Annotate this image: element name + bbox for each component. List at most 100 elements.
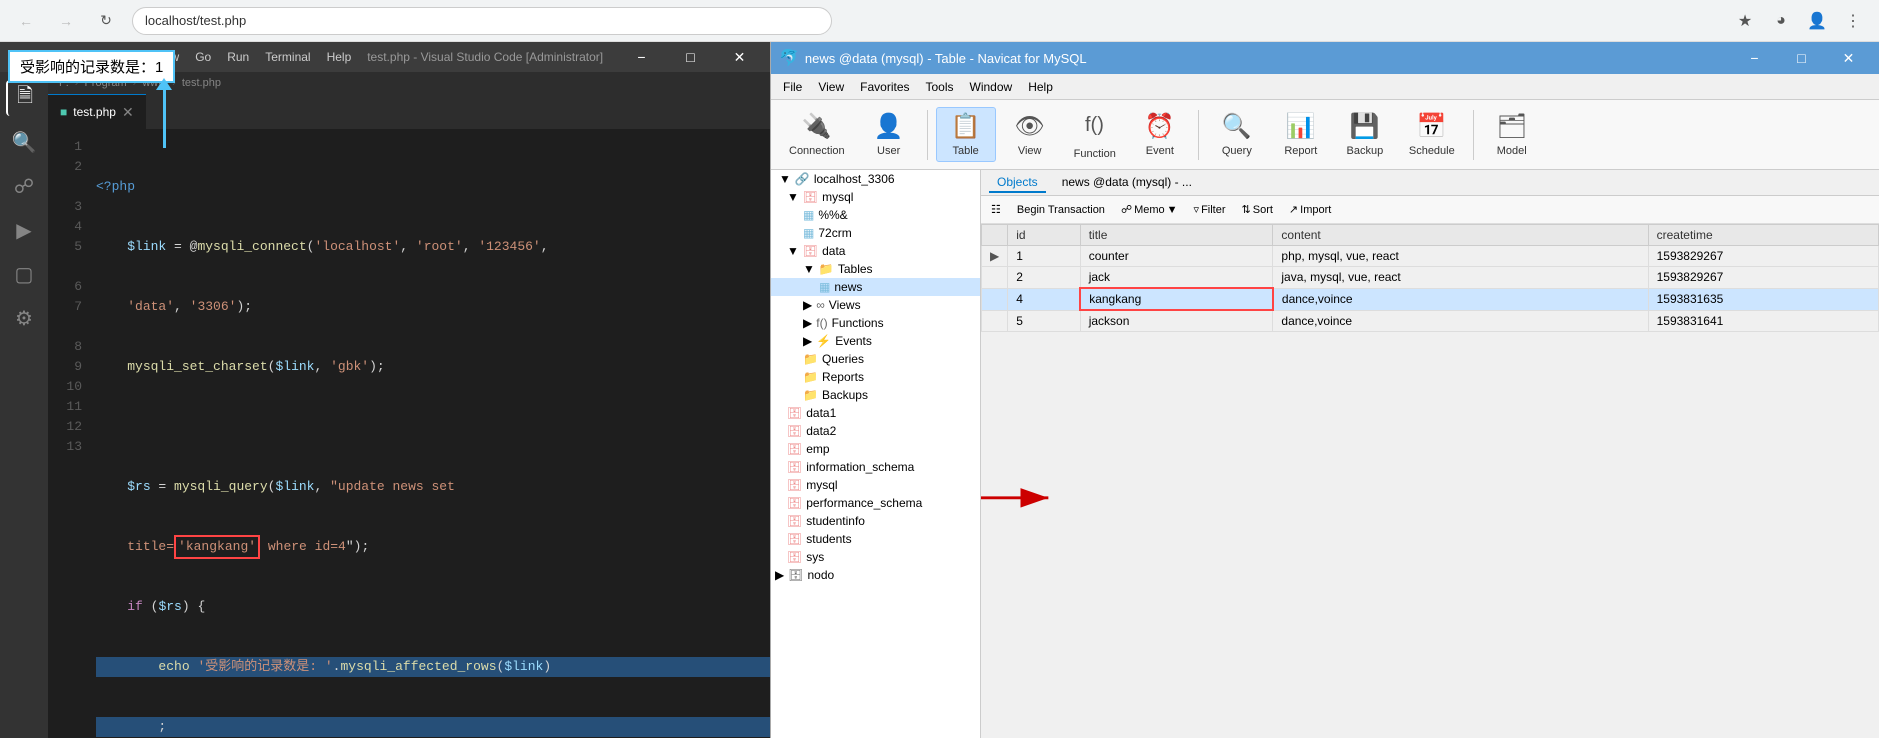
toolbar-model-btn[interactable]: 🗂 Model <box>1482 108 1542 161</box>
table-row-selected[interactable]: 4 kangkang dance,voince 1593831635 <box>982 288 1879 310</box>
toolbar-connection-btn[interactable]: 🔌 Connection <box>779 108 855 161</box>
table-row[interactable]: 5 jackson dance,voince 1593831641 <box>982 310 1879 332</box>
toolbar-view-btn[interactable]: 👁 View <box>1000 108 1060 161</box>
maximize-button[interactable]: □ <box>668 42 713 73</box>
begin-transaction-btn[interactable]: Begin Transaction <box>1011 202 1111 218</box>
objects-tab[interactable]: Objects <box>989 173 1046 193</box>
tree-item-data1[interactable]: 🗄 data1 <box>771 404 980 422</box>
row-indicator-5 <box>982 310 1008 332</box>
tree-item-mysql2[interactable]: 🗄 mysql <box>771 476 980 494</box>
tree-item-data2[interactable]: 🗄 data2 <box>771 422 980 440</box>
bookmark-icon[interactable]: ★ <box>1731 7 1759 35</box>
memo-btn[interactable]: ☍ Memo ▼ <box>1115 201 1184 218</box>
back-button[interactable]: ← <box>12 7 40 35</box>
tree-item-information-schema[interactable]: 🗄 information_schema <box>771 458 980 476</box>
tree-item-tables[interactable]: ▼ 📁 Tables <box>771 260 980 278</box>
vscode-terminal-menu[interactable]: Terminal <box>265 50 310 64</box>
data-table[interactable]: id title content createtime ▶ 1 counter <box>981 224 1879 738</box>
nav-menu-help[interactable]: Help <box>1020 78 1061 96</box>
minimize-button[interactable]: − <box>619 42 664 73</box>
toolbar-function-btn[interactable]: f() Function <box>1064 105 1126 164</box>
menu-icon[interactable]: ⋮ <box>1839 7 1867 35</box>
emp-label: emp <box>806 442 829 456</box>
url-text: localhost/test.php <box>145 13 246 28</box>
grid-view-btn[interactable]: ☷ <box>985 201 1007 218</box>
tree-item-72crm[interactable]: ▦ 72crm <box>771 224 980 242</box>
toolbar-event-btn[interactable]: ⏰ Event <box>1130 108 1190 161</box>
flask-icon[interactable]: ⚙ <box>6 300 42 336</box>
toolbar-backup-btn[interactable]: 💾 Backup <box>1335 108 1395 161</box>
col-title[interactable]: title <box>1080 225 1273 246</box>
tree-item-events[interactable]: ▶ ⚡ Events <box>771 332 980 350</box>
toolbar-schedule-btn[interactable]: 📅 Schedule <box>1399 108 1465 161</box>
news-data-tab[interactable]: news @data (mysql) - ... <box>1054 173 1200 193</box>
code-line-4 <box>96 417 770 437</box>
address-bar[interactable]: localhost/test.php <box>132 7 832 35</box>
cell-content-2: java, mysql, vue, react <box>1273 267 1648 289</box>
tree-item-percent[interactable]: ▦ %%& <box>771 206 980 224</box>
tree-item-nodo[interactable]: ▶ 🗄 nodo <box>771 566 980 584</box>
code-editor[interactable]: 1 2 3 4 5 6 7 8 9 10 11 12 13 <box>48 129 770 738</box>
tree-item-reports[interactable]: 📁 Reports <box>771 368 980 386</box>
navicat-close-btn[interactable]: ✕ <box>1826 42 1871 74</box>
nav-menu-window[interactable]: Window <box>962 78 1021 96</box>
navicat-minimize-btn[interactable]: − <box>1732 42 1777 74</box>
code-line-7: echo '受影响的记录数是: '.mysqli_affected_rows($… <box>96 657 770 677</box>
mysql-expand-icon: ▼ <box>787 190 799 204</box>
search-icon[interactable]: 🔍 <box>6 124 42 160</box>
import-btn[interactable]: ↗ Import <box>1283 201 1337 218</box>
tree-item-studentinfo[interactable]: 🗄 studentinfo <box>771 512 980 530</box>
nav-menu-file[interactable]: File <box>775 78 810 96</box>
tree-item-mysql[interactable]: ▼ 🗄 mysql <box>771 188 980 206</box>
data1-icon: 🗄 <box>787 406 802 420</box>
col-content[interactable]: content <box>1273 225 1648 246</box>
vscode-help-menu[interactable]: Help <box>327 50 352 64</box>
toolbar-user-btn[interactable]: 👤 User <box>859 108 919 161</box>
percent-label: %%& <box>818 208 847 222</box>
table-row[interactable]: 2 jack java, mysql, vue, react 159382926… <box>982 267 1879 289</box>
tree-item-queries[interactable]: 📁 Queries <box>771 350 980 368</box>
toolbar-query-btn[interactable]: 🔍 Query <box>1207 108 1267 161</box>
nav-menu-tools[interactable]: Tools <box>918 78 962 96</box>
tab-testphp[interactable]: ■ test.php ✕ <box>48 94 146 129</box>
tree-item-emp[interactable]: 🗄 emp <box>771 440 980 458</box>
vscode-go-menu[interactable]: Go <box>195 50 211 64</box>
tree-item-data[interactable]: ▼ 🗄 data <box>771 242 980 260</box>
filter-btn[interactable]: ▿ Filter <box>1188 201 1232 218</box>
profile-icon[interactable]: 👤 <box>1803 7 1831 35</box>
tree-item-performance-schema[interactable]: 🗄 performance_schema <box>771 494 980 512</box>
tree-item-functions[interactable]: ▶ f() Functions <box>771 314 980 332</box>
extensions-icon[interactable]: ▢ <box>6 256 42 292</box>
extension-icon[interactable]: ◕ <box>1767 7 1795 35</box>
tree-item-students[interactable]: 🗄 students <box>771 530 980 548</box>
72crm-label: 72crm <box>818 226 851 240</box>
refresh-button[interactable]: ↻ <box>92 7 120 35</box>
toolbar-sep-2 <box>1198 110 1199 160</box>
close-button[interactable]: ✕ <box>717 42 762 73</box>
sort-btn[interactable]: ⇅ Sort <box>1236 201 1279 218</box>
tree-item-views[interactable]: ▶ ∞ Views <box>771 296 980 314</box>
tab-close-icon[interactable]: ✕ <box>122 104 134 121</box>
explorer-icon[interactable]: 🗎 <box>6 80 42 116</box>
forward-button[interactable]: → <box>52 7 80 35</box>
tree-item-sys[interactable]: 🗄 sys <box>771 548 980 566</box>
col-id[interactable]: id <box>1008 225 1080 246</box>
tree-item-backups[interactable]: 📁 Backups <box>771 386 980 404</box>
toolbar-table-btn[interactable]: 📋 Table <box>936 107 996 162</box>
nav-menu-favorites[interactable]: Favorites <box>852 78 917 96</box>
studentinfo-icon: 🗄 <box>787 514 802 528</box>
functions-label: Functions <box>832 316 884 330</box>
toolbar-report-btn[interactable]: 📊 Report <box>1271 108 1331 161</box>
debug-icon[interactable]: ▶ <box>6 212 42 248</box>
data2-icon: 🗄 <box>787 424 802 438</box>
nav-menu-view[interactable]: View <box>810 78 852 96</box>
vscode-run-menu[interactable]: Run <box>227 50 249 64</box>
table-row[interactable]: ▶ 1 counter php, mysql, vue, react 15938… <box>982 246 1879 267</box>
git-icon[interactable]: ☍ <box>6 168 42 204</box>
news-table-icon: ▦ <box>819 280 830 294</box>
tree-item-localhost[interactable]: ▼ 🔗 localhost_3306 <box>771 170 980 188</box>
navicat-maximize-btn[interactable]: □ <box>1779 42 1824 74</box>
navicat-panel: 🐬 news @data (mysql) - Table - Navicat f… <box>770 42 1879 738</box>
col-createtime[interactable]: createtime <box>1648 225 1878 246</box>
tree-item-news[interactable]: ▦ news <box>771 278 980 296</box>
